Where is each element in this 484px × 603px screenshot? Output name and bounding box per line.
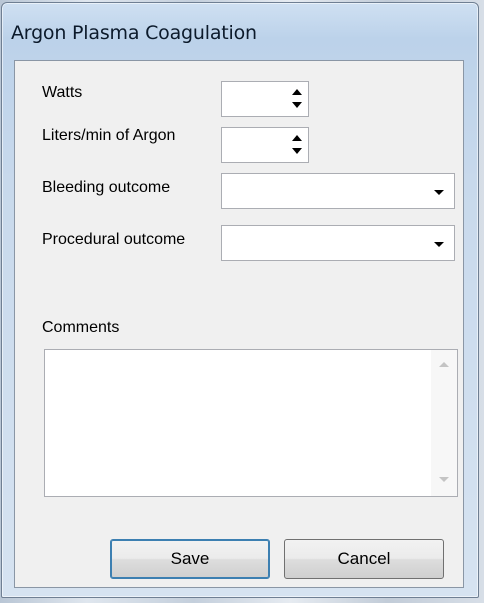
- scroll-up-icon[interactable]: [439, 362, 449, 367]
- comments-scrollbar[interactable]: [431, 350, 457, 496]
- comments-label: Comments: [42, 319, 120, 336]
- procedural-outcome-label: Procedural outcome: [42, 231, 186, 248]
- save-button[interactable]: Save: [110, 539, 270, 579]
- spin-down-icon[interactable]: [292, 102, 302, 108]
- watts-spinner[interactable]: [221, 81, 309, 117]
- argon-label: Liters/min of Argon: [42, 127, 176, 144]
- cancel-button[interactable]: Cancel: [284, 539, 444, 579]
- watts-label: Watts: [42, 84, 83, 101]
- dialog-window: Argon Plasma Coagulation Watts Liters/mi…: [1, 2, 479, 598]
- scroll-down-icon[interactable]: [439, 477, 449, 482]
- dialog-content: Watts Liters/min of Argon Bleeding outco…: [14, 60, 464, 588]
- bleeding-outcome-label: Bleeding outcome: [42, 179, 171, 196]
- chevron-down-icon[interactable]: [434, 242, 444, 247]
- argon-spinner[interactable]: [221, 127, 309, 163]
- title-bar[interactable]: Argon Plasma Coagulation: [2, 3, 478, 61]
- spin-up-icon[interactable]: [292, 89, 302, 95]
- spin-down-icon[interactable]: [292, 148, 302, 154]
- bleeding-outcome-select[interactable]: [221, 173, 455, 209]
- watts-spinner-arrows[interactable]: [286, 82, 308, 116]
- comments-textarea[interactable]: [44, 349, 458, 497]
- window-title: Argon Plasma Coagulation: [11, 22, 257, 44]
- spin-up-icon[interactable]: [292, 135, 302, 141]
- procedural-outcome-select[interactable]: [221, 225, 455, 261]
- chevron-down-icon[interactable]: [434, 190, 444, 195]
- argon-spinner-arrows[interactable]: [286, 128, 308, 162]
